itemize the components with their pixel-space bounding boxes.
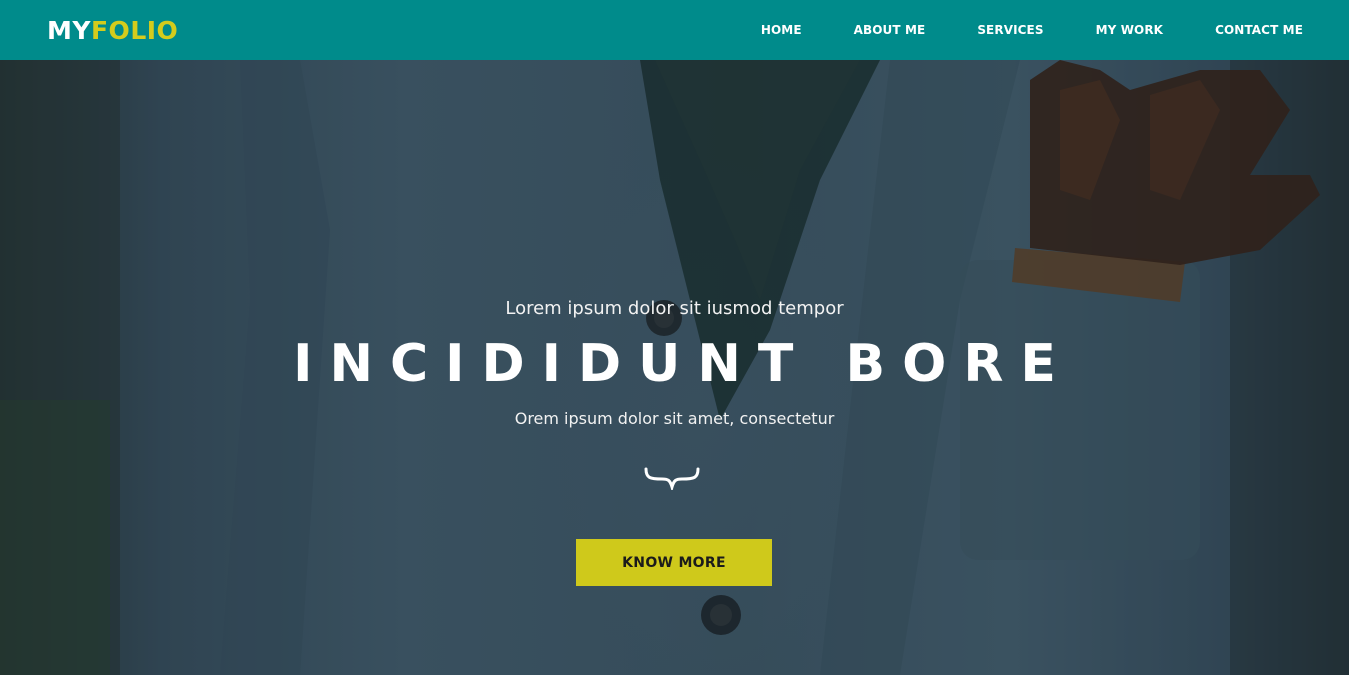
nav-link-home[interactable]: HOME bbox=[735, 0, 828, 60]
nav-item-about-me: ABOUT ME bbox=[828, 0, 952, 60]
nav-item-home: HOME bbox=[735, 0, 828, 60]
hero-title: INCIDIDUNT BORE bbox=[293, 334, 1073, 394]
nav-link-services[interactable]: SERVICES bbox=[951, 0, 1069, 60]
nav-link-my-work[interactable]: MY WORK bbox=[1070, 0, 1190, 60]
brand-logo[interactable]: MY FOLIO bbox=[47, 16, 178, 45]
main-nav: HOME ABOUT ME SERVICES MY WORK CONTACT M… bbox=[735, 0, 1329, 60]
nav-item-my-work: MY WORK bbox=[1070, 0, 1190, 60]
curly-brace-icon bbox=[644, 467, 700, 490]
nav-item-services: SERVICES bbox=[951, 0, 1069, 60]
hero-subtitle: Orem ipsum dolor sit amet, consectetur bbox=[514, 409, 835, 428]
hero-section: Lorem ipsum dolor sit iusmod tempor INCI… bbox=[0, 0, 1349, 675]
page: MY FOLIO HOME ABOUT ME SERVICES MY WORK … bbox=[0, 0, 1349, 675]
brand-part-my: MY bbox=[47, 15, 91, 45]
navbar: MY FOLIO HOME ABOUT ME SERVICES MY WORK … bbox=[0, 0, 1349, 60]
nav-link-contact-me[interactable]: CONTACT ME bbox=[1189, 0, 1329, 60]
nav-item-contact-me: CONTACT ME bbox=[1189, 0, 1329, 60]
know-more-button[interactable]: KNOW MORE bbox=[576, 539, 772, 586]
hero-pretitle: Lorem ipsum dolor sit iusmod tempor bbox=[505, 298, 844, 319]
nav-link-about-me[interactable]: ABOUT ME bbox=[828, 0, 952, 60]
brand-part-folio: FOLIO bbox=[90, 15, 179, 45]
